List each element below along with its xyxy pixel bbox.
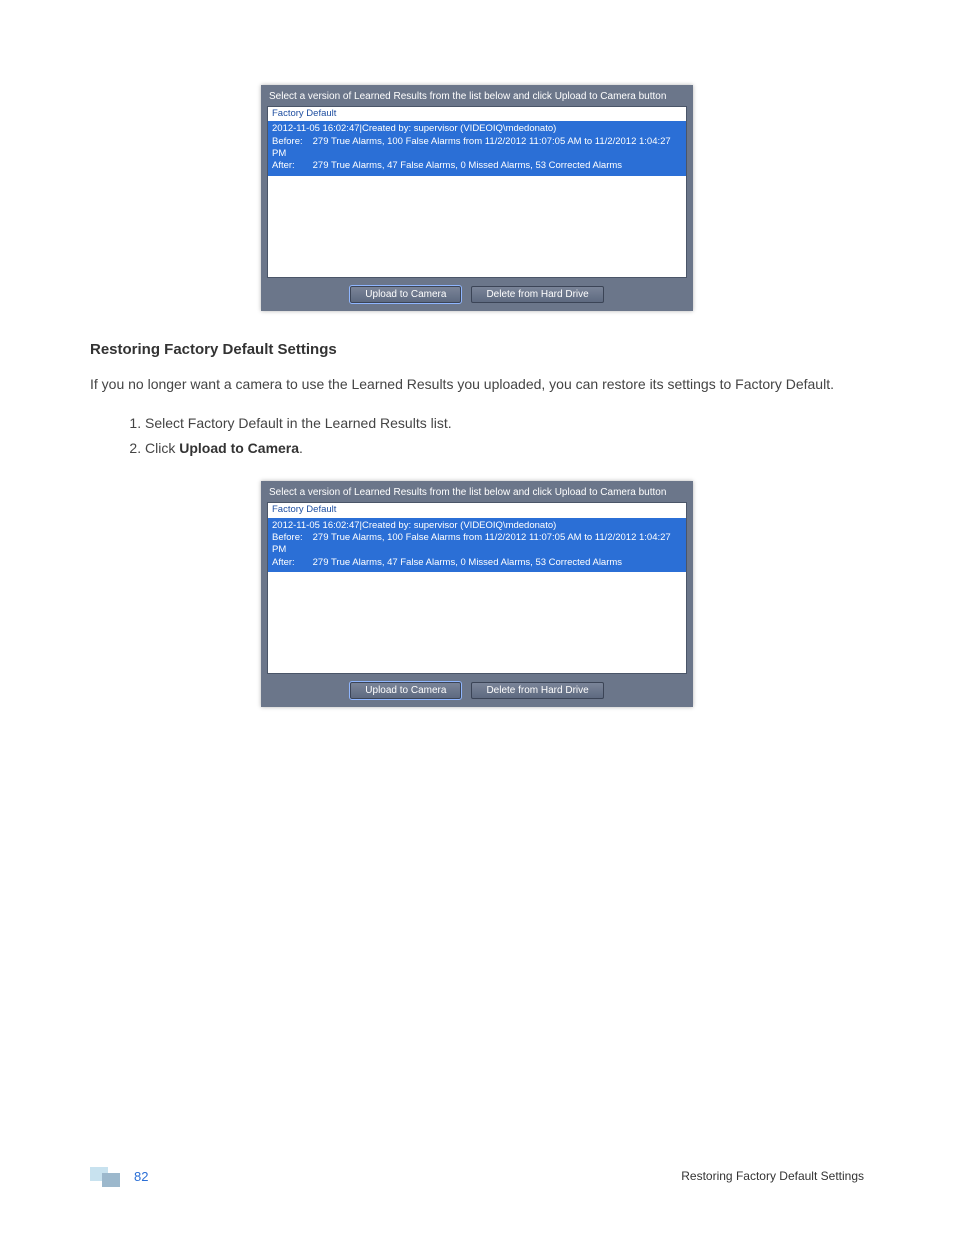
steps-list: Select Factory Default in the Learned Re… bbox=[90, 411, 864, 461]
footer-title: Restoring Factory Default Settings bbox=[681, 1169, 864, 1183]
page-footer: 82 Restoring Factory Default Settings bbox=[90, 1165, 864, 1187]
list-item-factory-default[interactable]: Factory Default bbox=[268, 503, 686, 517]
step-1: Select Factory Default in the Learned Re… bbox=[145, 411, 864, 436]
upload-to-camera-button[interactable]: Upload to Camera bbox=[350, 286, 461, 303]
learned-results-dialog-2: Select a version of Learned Results from… bbox=[261, 481, 693, 707]
list-item-selected[interactable]: 2012-11-05 16:02:47|Created by: supervis… bbox=[268, 121, 686, 175]
entry-before: Before: 279 True Alarms, 100 False Alarm… bbox=[272, 136, 682, 161]
entry-header: 2012-11-05 16:02:47|Created by: supervis… bbox=[272, 520, 682, 532]
dialog-button-row: Upload to Camera Delete from Hard Drive bbox=[267, 674, 687, 701]
page-number: 82 bbox=[134, 1169, 148, 1184]
dialog-button-row: Upload to Camera Delete from Hard Drive bbox=[267, 278, 687, 305]
section-paragraph: If you no longer want a camera to use th… bbox=[90, 374, 864, 395]
section-heading: Restoring Factory Default Settings bbox=[90, 341, 864, 358]
footer-logo-icon bbox=[90, 1165, 124, 1187]
dialog-instruction: Select a version of Learned Results from… bbox=[267, 487, 687, 502]
list-item-factory-default[interactable]: Factory Default bbox=[268, 107, 686, 121]
results-list[interactable]: Factory Default 2012-11-05 16:02:47|Crea… bbox=[267, 502, 687, 674]
delete-from-hard-drive-button[interactable]: Delete from Hard Drive bbox=[471, 682, 603, 699]
entry-before: Before: 279 True Alarms, 100 False Alarm… bbox=[272, 532, 682, 557]
dialog-instruction: Select a version of Learned Results from… bbox=[267, 91, 687, 106]
results-list[interactable]: Factory Default 2012-11-05 16:02:47|Crea… bbox=[267, 106, 687, 278]
delete-from-hard-drive-button[interactable]: Delete from Hard Drive bbox=[471, 286, 603, 303]
step-2: Click Upload to Camera. bbox=[145, 436, 864, 461]
upload-to-camera-button[interactable]: Upload to Camera bbox=[350, 682, 461, 699]
entry-after: After: 279 True Alarms, 47 False Alarms,… bbox=[272, 160, 682, 172]
list-item-selected[interactable]: 2012-11-05 16:02:47|Created by: supervis… bbox=[268, 518, 686, 572]
learned-results-dialog: Select a version of Learned Results from… bbox=[261, 85, 693, 311]
entry-header: 2012-11-05 16:02:47|Created by: supervis… bbox=[272, 123, 682, 135]
entry-after: After: 279 True Alarms, 47 False Alarms,… bbox=[272, 557, 682, 569]
